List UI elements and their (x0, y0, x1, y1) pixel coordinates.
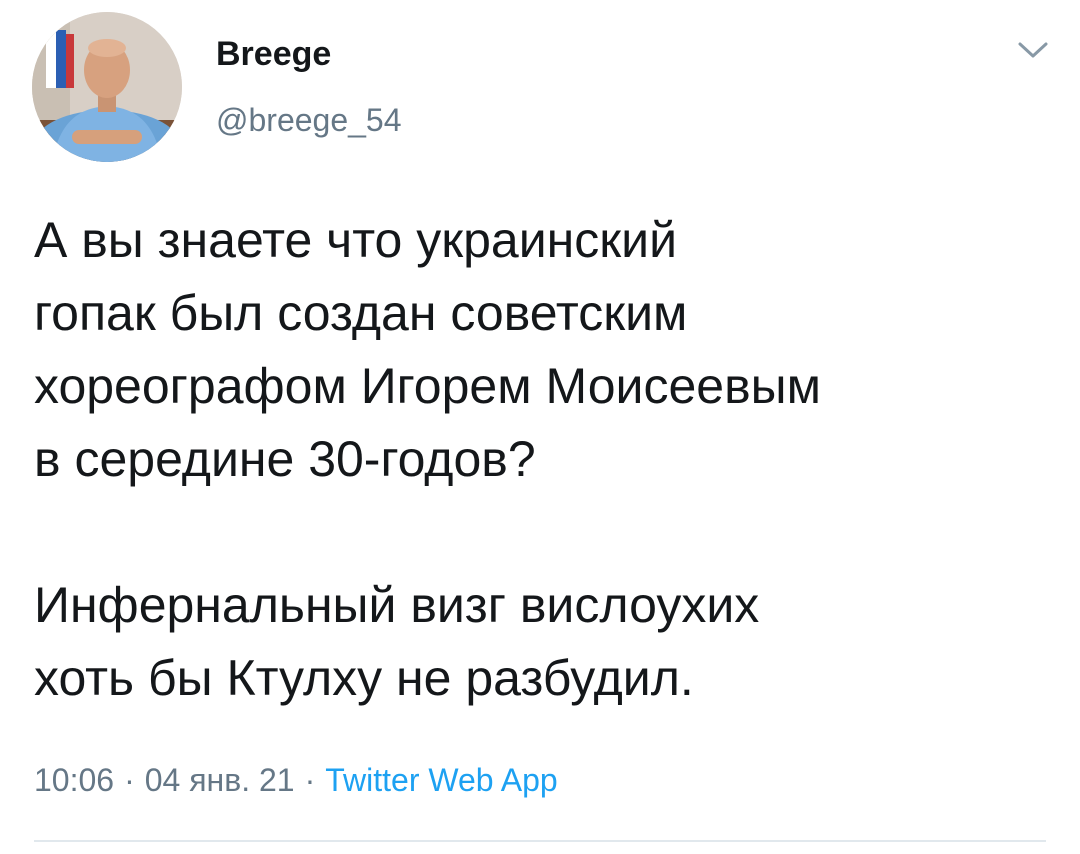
tweet-paragraph: Инфернальный визг вислоухих хоть бы Ктул… (34, 577, 760, 706)
tweet-text: А вы знаете что украинский гопак был соз… (34, 204, 1054, 715)
user-handle[interactable]: @breege_54 (216, 100, 402, 140)
tweet-date[interactable]: 04 янв. 21 (145, 762, 295, 798)
tweet-time[interactable]: 10:06 (34, 762, 114, 798)
avatar[interactable] (32, 12, 182, 162)
tweet-paragraph: А вы знаете что украинский гопак был соз… (34, 212, 821, 487)
display-name[interactable]: Breege (216, 34, 331, 74)
divider (34, 840, 1046, 842)
meta-separator: · (304, 762, 316, 798)
tweet-meta: 10:06 · 04 янв. 21 · Twitter Web App (34, 758, 558, 802)
tweet-card: Breege @breege_54 А вы знаете что украин… (0, 0, 1080, 854)
meta-separator: · (124, 762, 135, 798)
chevron-down-icon[interactable] (1016, 38, 1050, 62)
avatar-photo (32, 12, 182, 162)
tweet-source-link[interactable]: Twitter Web App (325, 762, 557, 798)
